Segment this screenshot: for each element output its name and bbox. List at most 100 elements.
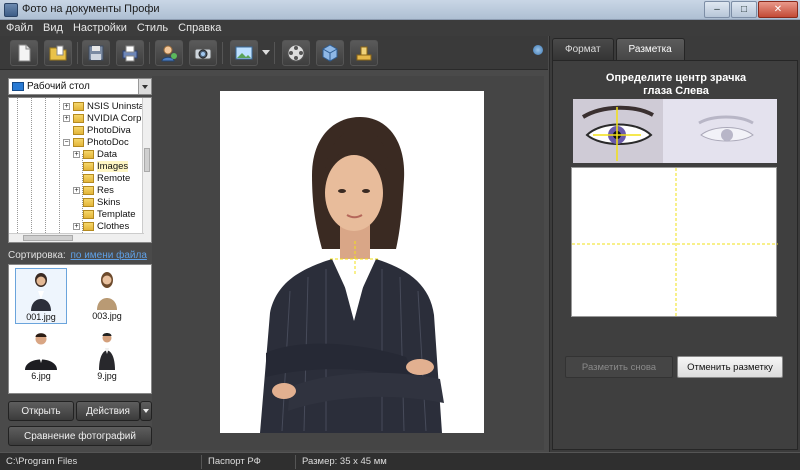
tree-guide-line xyxy=(17,98,18,242)
tree-item-label: Remote xyxy=(97,172,131,184)
picture-dropdown-arrow[interactable] xyxy=(262,50,270,55)
cancel-markup-button[interactable]: Отменить разметку xyxy=(677,356,783,378)
expand-icon[interactable]: + xyxy=(73,150,80,158)
menu-file[interactable]: Файл xyxy=(6,22,33,34)
tree-guide-line xyxy=(45,98,46,242)
open-button[interactable]: Открыть xyxy=(8,401,74,421)
person-thumbnail-image xyxy=(25,333,57,370)
markup-canvas[interactable] xyxy=(571,167,778,318)
thumbnail-item[interactable]: 9.jpg xyxy=(81,328,133,384)
open-button[interactable] xyxy=(44,40,72,66)
chevron-down-icon xyxy=(143,409,149,413)
toolbar-separator xyxy=(222,42,223,64)
menu-help[interactable]: Справка xyxy=(178,22,221,34)
tree-vertical-scrollbar[interactable] xyxy=(142,98,151,242)
tree-item[interactable]: Skins xyxy=(73,196,120,208)
instruction-heading: Определите центр зрачка глаза Слева xyxy=(553,72,799,98)
camera-button[interactable] xyxy=(189,40,217,66)
tree-item-label: Template xyxy=(97,208,136,220)
thumbnail-label: 003.jpg xyxy=(92,311,122,321)
folder-tree[interactable]: + NSIS Uninsta + NVIDIA Corp PhotoDiva − Photo… xyxy=(8,97,152,243)
open-folder-icon xyxy=(49,45,67,61)
tree-item-label: Skins xyxy=(97,196,121,208)
tree-item[interactable]: Remote xyxy=(73,172,130,184)
film-button[interactable] xyxy=(282,40,310,66)
tree-item[interactable]: + NSIS Uninsta xyxy=(63,100,144,112)
cube-icon xyxy=(322,44,338,62)
thumbnail-label: 6.jpg xyxy=(31,371,51,381)
menu-view[interactable]: Вид xyxy=(43,22,63,34)
tree-item[interactable]: + Data xyxy=(73,148,117,160)
maximize-button[interactable]: □ xyxy=(731,1,757,18)
folder-icon xyxy=(83,149,94,159)
instruction-line-1: Определите центр зрачка xyxy=(605,72,747,84)
markup-guides xyxy=(572,168,778,318)
app-icon xyxy=(4,3,18,17)
sort-link[interactable]: по имени файла xyxy=(70,250,146,261)
scroll-thumb[interactable] xyxy=(144,148,150,172)
folder-icon xyxy=(73,101,84,111)
toolbar-separator xyxy=(274,42,275,64)
thumbnail-item[interactable]: 001.jpg xyxy=(15,268,67,324)
help-icon[interactable] xyxy=(533,45,543,55)
tree-item[interactable]: + Res xyxy=(73,184,114,196)
tree-item[interactable]: Template xyxy=(73,208,136,220)
person-thumbnail-image xyxy=(99,333,115,370)
expand-icon[interactable]: + xyxy=(63,102,70,110)
tab-format[interactable]: Формат xyxy=(552,38,614,60)
status-format: Паспорт РФ (новый) xyxy=(202,454,296,470)
tree-item[interactable]: + Clothes xyxy=(73,220,129,232)
thumbnail-item[interactable]: 6.jpg xyxy=(15,328,67,384)
tree-item-label: Res xyxy=(97,184,114,196)
tree-horizontal-scrollbar[interactable] xyxy=(9,233,144,242)
tab-markup[interactable]: Разметка xyxy=(615,38,685,60)
save-icon xyxy=(88,45,104,61)
collapse-icon[interactable]: − xyxy=(63,138,70,146)
menu-bar: Файл Вид Настройки Стиль Справка xyxy=(0,20,800,36)
folder-select[interactable]: Рабочий стол xyxy=(8,78,152,95)
add-user-button[interactable] xyxy=(155,40,183,66)
expand-icon[interactable]: + xyxy=(63,114,70,122)
menu-settings[interactable]: Настройки xyxy=(73,22,127,34)
left-panel: Рабочий стол + NSIS Uninsta + NVIDIA Corp Ph… xyxy=(6,76,152,450)
picture-button[interactable] xyxy=(230,40,258,66)
compare-photos-button[interactable]: Сравнение фотографий xyxy=(8,426,152,446)
tree-item[interactable]: PhotoDiva xyxy=(63,124,131,136)
status-path: C:\Program Files (x86)\PhotoDoc\Images\0… xyxy=(0,454,202,470)
portrait-photo xyxy=(260,117,444,433)
menu-style[interactable]: Стиль xyxy=(137,22,168,34)
tree-item-label: Clothes xyxy=(97,220,130,232)
thumbnail-list: 001.jpg 003.jpg 6.jpg 9.jpg xyxy=(8,264,152,394)
tree-item[interactable]: − PhotoDoc xyxy=(63,136,129,148)
tree-item-label: Data xyxy=(97,148,118,160)
eye-example xyxy=(573,99,777,163)
actions-button[interactable]: Действия xyxy=(76,401,140,421)
film-reel-icon xyxy=(287,44,305,62)
camera-icon xyxy=(194,48,212,60)
expand-icon[interactable]: + xyxy=(73,222,80,230)
close-button[interactable]: ✕ xyxy=(758,1,798,18)
thumbnail-label: 001.jpg xyxy=(26,312,56,322)
print-button[interactable] xyxy=(116,40,144,66)
tree-item[interactable]: + NVIDIA Corp xyxy=(63,112,141,124)
minimize-button[interactable]: – xyxy=(704,1,730,18)
cube-button[interactable] xyxy=(316,40,344,66)
actions-dropdown-button[interactable] xyxy=(140,401,152,421)
chevron-down-icon[interactable] xyxy=(138,79,151,94)
remark-button[interactable]: Разметить снова xyxy=(565,356,673,378)
expand-icon[interactable]: + xyxy=(73,186,80,194)
status-size: Размер: 35 x 45 мм xyxy=(302,455,387,467)
tree-item[interactable]: Images xyxy=(73,160,129,172)
stamp-button[interactable] xyxy=(350,40,378,66)
new-button[interactable] xyxy=(10,40,38,66)
photo-preview[interactable] xyxy=(220,91,484,433)
save-button[interactable] xyxy=(82,40,110,66)
eye-example-image xyxy=(573,99,777,163)
instruction-line-2: глаза Слева xyxy=(643,85,709,97)
tree-item-label: NSIS Uninsta xyxy=(87,100,145,112)
thumbnail-item[interactable]: 003.jpg xyxy=(81,268,133,324)
right-panel: Формат Разметка Определите центр зрачка … xyxy=(549,36,800,452)
folder-icon xyxy=(73,113,84,123)
tree-guide-line xyxy=(31,98,32,242)
scroll-thumb[interactable] xyxy=(23,235,73,241)
